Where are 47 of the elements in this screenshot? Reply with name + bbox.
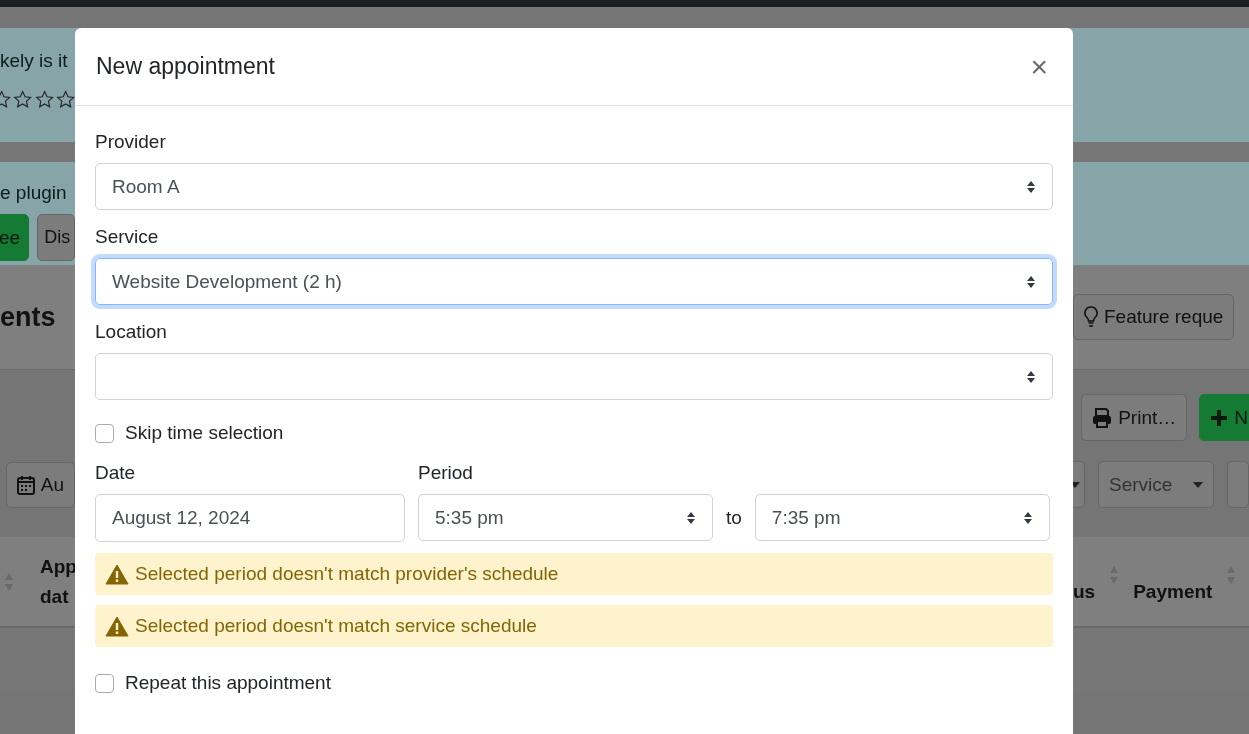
caret-icon	[1026, 179, 1036, 194]
printer-icon	[1092, 407, 1113, 428]
close-button[interactable]: ×	[1026, 51, 1052, 82]
column-header[interactable]: App	[40, 551, 77, 582]
caret-icon	[1026, 274, 1036, 289]
field-label: Date	[95, 462, 137, 484]
field-label: Provider	[95, 131, 167, 153]
column-header[interactable]: Payment	[1133, 576, 1213, 607]
caret-icon	[686, 510, 696, 525]
date-filter-button[interactable]: Au	[5, 462, 75, 508]
checkbox-label[interactable]: Skip time selection	[95, 422, 1053, 444]
modal-title: New appointment	[96, 53, 275, 80]
checkbox[interactable]	[95, 673, 114, 693]
toolbar-button[interactable]: N	[1199, 394, 1249, 441]
checkbox[interactable]	[95, 423, 114, 443]
notice-button[interactable]: ee	[0, 214, 30, 261]
end-time-select[interactable]: 7:35 pm	[754, 494, 1050, 541]
checkbox-label[interactable]: Repeat this appointment	[95, 672, 1053, 694]
checkbox-text: Repeat this appointment	[125, 672, 331, 694]
column-header[interactable]: us	[1073, 576, 1096, 607]
feature-request-button[interactable]: Feature reque	[1073, 294, 1235, 340]
notice-button[interactable]: Dis	[37, 214, 75, 261]
page-heading: ents	[0, 301, 57, 333]
calendar-icon	[16, 475, 35, 495]
caret-icon	[1022, 510, 1033, 525]
warning-text: Selected period doesn't match provider's schedule	[135, 563, 559, 585]
toolbar-button[interactable]: Print…	[1081, 394, 1188, 441]
select-field[interactable]: Room A	[95, 163, 1053, 210]
warning-text: Selected period doesn't match service schedule	[135, 615, 537, 637]
warning-icon	[105, 563, 129, 585]
notice-text: kely is it	[0, 50, 69, 72]
start-time-select[interactable]: 5:35 pm	[418, 494, 713, 541]
date-input[interactable]: August 12, 2024	[95, 494, 405, 542]
lightbulb-icon	[1084, 306, 1098, 328]
caret-icon	[1193, 481, 1203, 488]
field-label: Service	[95, 226, 160, 248]
select-field[interactable]	[95, 353, 1053, 400]
notice-text: e plugin	[0, 182, 68, 204]
field-label: Location	[95, 321, 168, 343]
plus-icon	[1210, 408, 1229, 427]
warning-icon	[105, 615, 129, 637]
column-header[interactable]: dat	[40, 581, 77, 612]
field-label: Period	[418, 462, 474, 484]
service-filter-dropdown[interactable]: Service	[1098, 461, 1214, 508]
separator-text: to	[726, 506, 742, 529]
caret-icon	[1026, 369, 1036, 384]
checkbox-text: Skip time selection	[125, 422, 284, 444]
